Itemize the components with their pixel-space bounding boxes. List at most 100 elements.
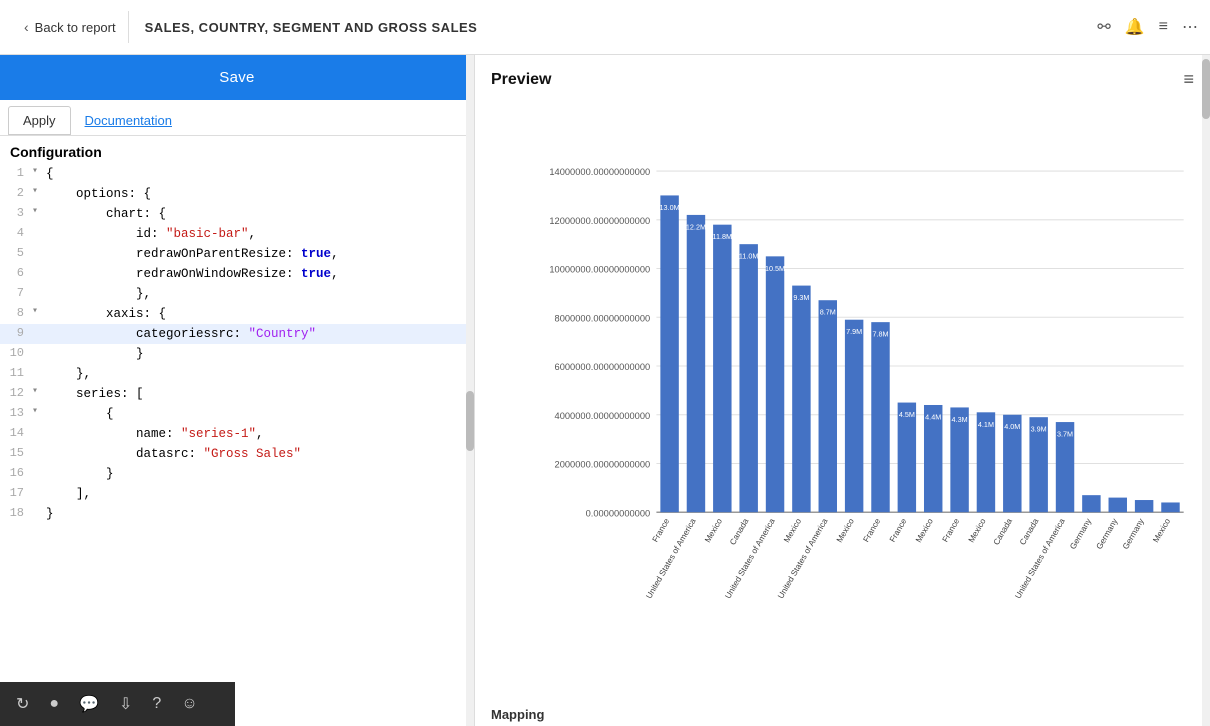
svg-text:3.9M: 3.9M [1031, 425, 1047, 434]
bell-icon[interactable]: 🔔 [1125, 17, 1145, 37]
download-icon[interactable]: ⇩ [119, 694, 132, 714]
emoji-icon[interactable]: ☺ [181, 695, 197, 713]
back-label: Back to report [35, 20, 116, 35]
refresh-icon[interactable]: ↻ [16, 694, 29, 714]
tab-apply[interactable]: Apply [8, 106, 71, 135]
header-icons: ⚯ 🔔 ≡ ⋯ [1097, 17, 1198, 37]
code-line-8: 8▾ xaxis: { [0, 304, 474, 324]
right-scrollbar[interactable] [1202, 55, 1210, 726]
svg-text:4.4M: 4.4M [925, 412, 941, 421]
line-number: 4 [4, 224, 32, 243]
bar-17[interactable] [1109, 498, 1127, 513]
bar-4[interactable] [766, 256, 784, 512]
code-content: { [46, 404, 470, 424]
collapse-arrow-icon[interactable]: ▾ [32, 404, 46, 420]
code-content: categoriessrc: "Country" [46, 324, 470, 344]
tab-documentation[interactable]: Documentation [71, 107, 186, 134]
collapse-arrow-icon[interactable]: ▾ [32, 204, 46, 220]
chart-area: 14000000.0000000000012000000.00000000000… [491, 98, 1194, 699]
chevron-left-icon: ‹ [24, 19, 29, 35]
code-content: { [46, 164, 470, 184]
bar-2[interactable] [713, 225, 731, 513]
svg-text:4.1M: 4.1M [978, 420, 994, 429]
code-content: xaxis: { [46, 304, 470, 324]
config-label: Configuration [0, 136, 474, 164]
code-content: series: [ [46, 384, 470, 404]
svg-text:Mexico: Mexico [703, 517, 724, 545]
back-button[interactable]: ‹ Back to report [12, 11, 129, 43]
code-line-10: 10 } [0, 344, 474, 364]
bottom-toolbar: ↻ ● 💬 ⇩ ? ☺ [0, 682, 235, 726]
code-line-17: 17 ], [0, 484, 474, 504]
collapse-arrow-icon[interactable]: ▾ [32, 164, 46, 180]
svg-text:9.3M: 9.3M [793, 293, 809, 302]
svg-text:8000000.00000000000: 8000000.00000000000 [555, 313, 651, 323]
bar-6[interactable] [819, 300, 837, 512]
line-number: 12 [4, 384, 32, 403]
record-icon[interactable]: ● [49, 695, 59, 713]
svg-text:8.7M: 8.7M [820, 308, 836, 317]
svg-text:4.5M: 4.5M [899, 410, 915, 419]
bar-5[interactable] [792, 286, 810, 513]
line-number: 2 [4, 184, 32, 203]
collapse-arrow-icon[interactable]: ▾ [32, 184, 46, 200]
bar-8[interactable] [871, 322, 889, 512]
header: ‹ Back to report SALES, COUNTRY, SEGMENT… [0, 0, 1210, 55]
main-layout: Save Apply Documentation Configuration 1… [0, 55, 1210, 726]
svg-text:10000000.00000000000: 10000000.00000000000 [549, 265, 650, 275]
menu-lines-icon[interactable]: ≡ [1159, 18, 1168, 36]
bar-16[interactable] [1082, 495, 1100, 512]
bar-chart: 14000000.0000000000012000000.00000000000… [491, 98, 1194, 699]
line-number: 16 [4, 464, 32, 483]
pin-icon[interactable]: ⚯ [1097, 17, 1110, 37]
bar-19[interactable] [1161, 502, 1179, 512]
line-number: 1 [4, 164, 32, 183]
code-content: } [46, 504, 470, 524]
chat-icon[interactable]: 💬 [79, 694, 99, 714]
help-icon[interactable]: ? [152, 695, 161, 713]
line-number: 13 [4, 404, 32, 423]
left-scroll-thumb[interactable] [466, 391, 474, 451]
bar-18[interactable] [1135, 500, 1153, 512]
preview-title: Preview [491, 71, 551, 89]
svg-text:Canada: Canada [1018, 517, 1040, 547]
svg-text:12.2M: 12.2M [686, 222, 706, 231]
left-scrollbar[interactable] [466, 55, 474, 726]
svg-text:0.00000000000: 0.00000000000 [586, 508, 651, 518]
code-line-9: 9 categoriessrc: "Country" [0, 324, 474, 344]
bottom-label: Mapping [491, 699, 1194, 726]
more-icon[interactable]: ⋯ [1182, 17, 1198, 37]
code-content: datasrc: "Gross Sales" [46, 444, 470, 464]
line-number: 11 [4, 364, 32, 383]
svg-text:France: France [941, 517, 962, 544]
svg-text:France: France [888, 517, 909, 544]
code-editor[interactable]: 1▾{2▾ options: {3▾ chart: {4 id: "basic-… [0, 164, 474, 726]
bar-1[interactable] [687, 215, 705, 512]
collapse-arrow-icon[interactable]: ▾ [32, 384, 46, 400]
code-line-14: 14 name: "series-1", [0, 424, 474, 444]
hamburger-icon[interactable]: ≡ [1183, 69, 1194, 90]
right-scroll-thumb[interactable] [1202, 59, 1210, 119]
line-number: 17 [4, 484, 32, 503]
svg-text:Mexico: Mexico [835, 517, 856, 545]
svg-text:11.0M: 11.0M [739, 252, 759, 261]
svg-text:Mexico: Mexico [1151, 517, 1172, 545]
svg-text:United States of America: United States of America [776, 517, 829, 601]
bar-7[interactable] [845, 320, 863, 513]
preview-header: Preview ≡ [491, 69, 1194, 90]
code-line-4: 4 id: "basic-bar", [0, 224, 474, 244]
code-line-11: 11 }, [0, 364, 474, 384]
line-number: 3 [4, 204, 32, 223]
code-line-7: 7 }, [0, 284, 474, 304]
left-panel: Save Apply Documentation Configuration 1… [0, 55, 475, 726]
right-panel: Preview ≡ 14000000.0000000000012000000.0… [475, 55, 1210, 726]
bar-3[interactable] [739, 244, 757, 512]
svg-text:France: France [651, 517, 672, 544]
line-number: 7 [4, 284, 32, 303]
code-content: }, [46, 284, 470, 304]
svg-text:11.8M: 11.8M [713, 232, 733, 241]
bar-0[interactable] [660, 195, 678, 512]
save-button[interactable]: Save [0, 55, 474, 100]
collapse-arrow-icon[interactable]: ▾ [32, 304, 46, 320]
svg-text:10.5M: 10.5M [765, 264, 785, 273]
